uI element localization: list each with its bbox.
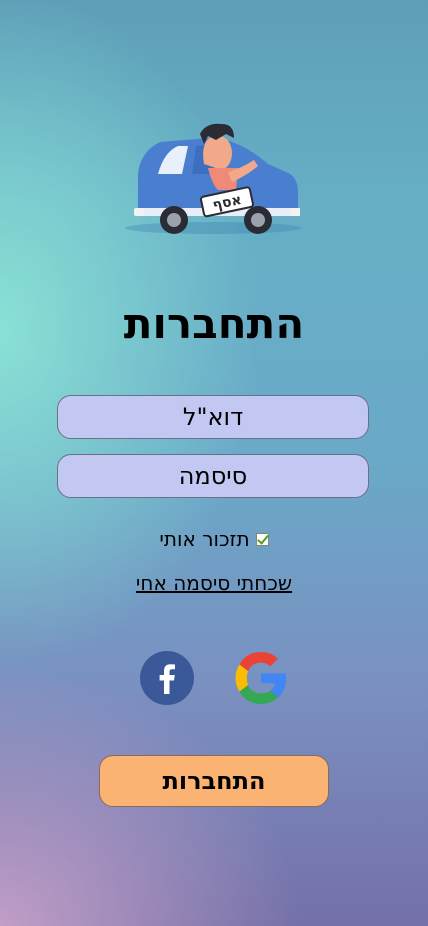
facebook-icon[interactable]: [139, 650, 195, 706]
login-screen: אסף התחברות תזכור אותי שכחתי סיסמה אחי ה…: [0, 0, 428, 926]
email-field[interactable]: [57, 395, 369, 439]
remember-me-checkbox[interactable]: [255, 532, 269, 546]
forgot-password-link[interactable]: שכחתי סיסמה אחי: [0, 570, 428, 596]
login-button[interactable]: התחברות: [99, 755, 329, 807]
page-title: התחברות: [123, 299, 305, 348]
remember-me-row[interactable]: תזכור אותי: [0, 526, 428, 552]
password-field[interactable]: [57, 454, 369, 498]
driving-car-logo: אסף: [125, 123, 301, 234]
remember-me-label: תזכור אותי: [159, 527, 250, 551]
google-icon[interactable]: [233, 650, 289, 706]
